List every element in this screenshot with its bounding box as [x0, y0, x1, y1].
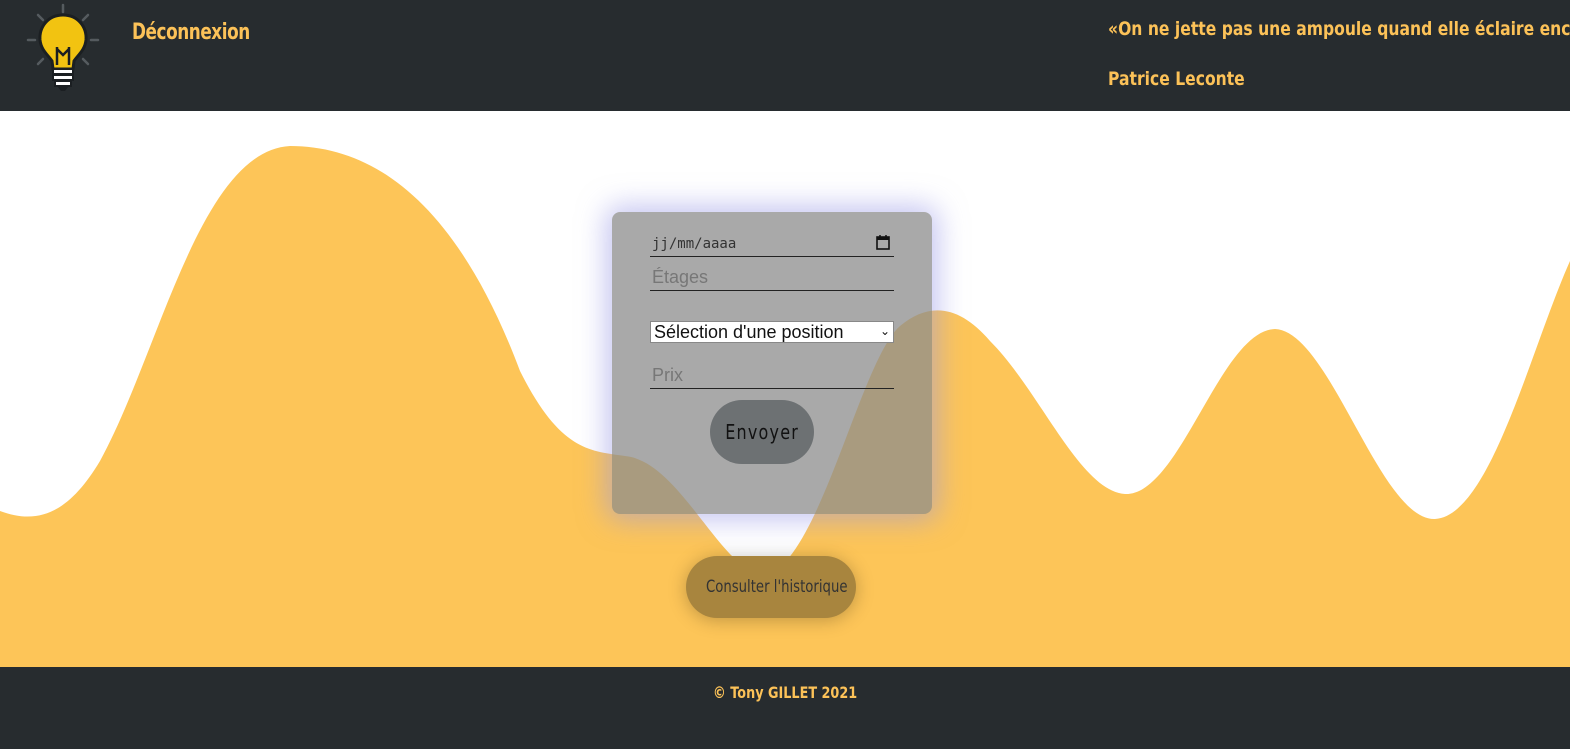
history-label: Consulter l'historique: [705, 577, 848, 597]
entry-form: jj/mm/aaaa Étages Sélection d'une positi…: [612, 212, 932, 514]
submit-button[interactable]: Envoyer: [710, 400, 814, 464]
date-placeholder: jj/mm/aaaa: [652, 236, 737, 252]
price-placeholder: Prix: [652, 365, 683, 385]
chevron-down-icon: ⌄: [879, 324, 890, 338]
calendar-icon[interactable]: [876, 235, 890, 250]
history-button[interactable]: Consulter l'historique: [686, 556, 856, 618]
floors-placeholder: Étages: [652, 267, 709, 287]
submit-label: Envoyer: [725, 420, 799, 444]
copyright-text: © Tony GILLET 2021: [712, 683, 858, 702]
quote-author: Patrice Leconte: [1108, 68, 1245, 90]
price-input[interactable]: Prix: [650, 362, 894, 389]
header-quote: «On ne jette pas une ampoule quand elle …: [1108, 18, 1570, 40]
position-select[interactable]: Sélection d'une position ⌄: [650, 321, 894, 343]
footer-bar: © Tony GILLET 2021: [0, 667, 1570, 749]
position-selected: Sélection d'une position: [654, 322, 844, 342]
header-bar: Déconnexion «On ne jette pas une ampoule…: [0, 0, 1570, 111]
lightbulb-icon: [26, 3, 100, 91]
logout-link[interactable]: Déconnexion: [132, 20, 250, 45]
date-input[interactable]: jj/mm/aaaa: [650, 232, 894, 257]
floors-input[interactable]: Étages: [650, 264, 894, 291]
